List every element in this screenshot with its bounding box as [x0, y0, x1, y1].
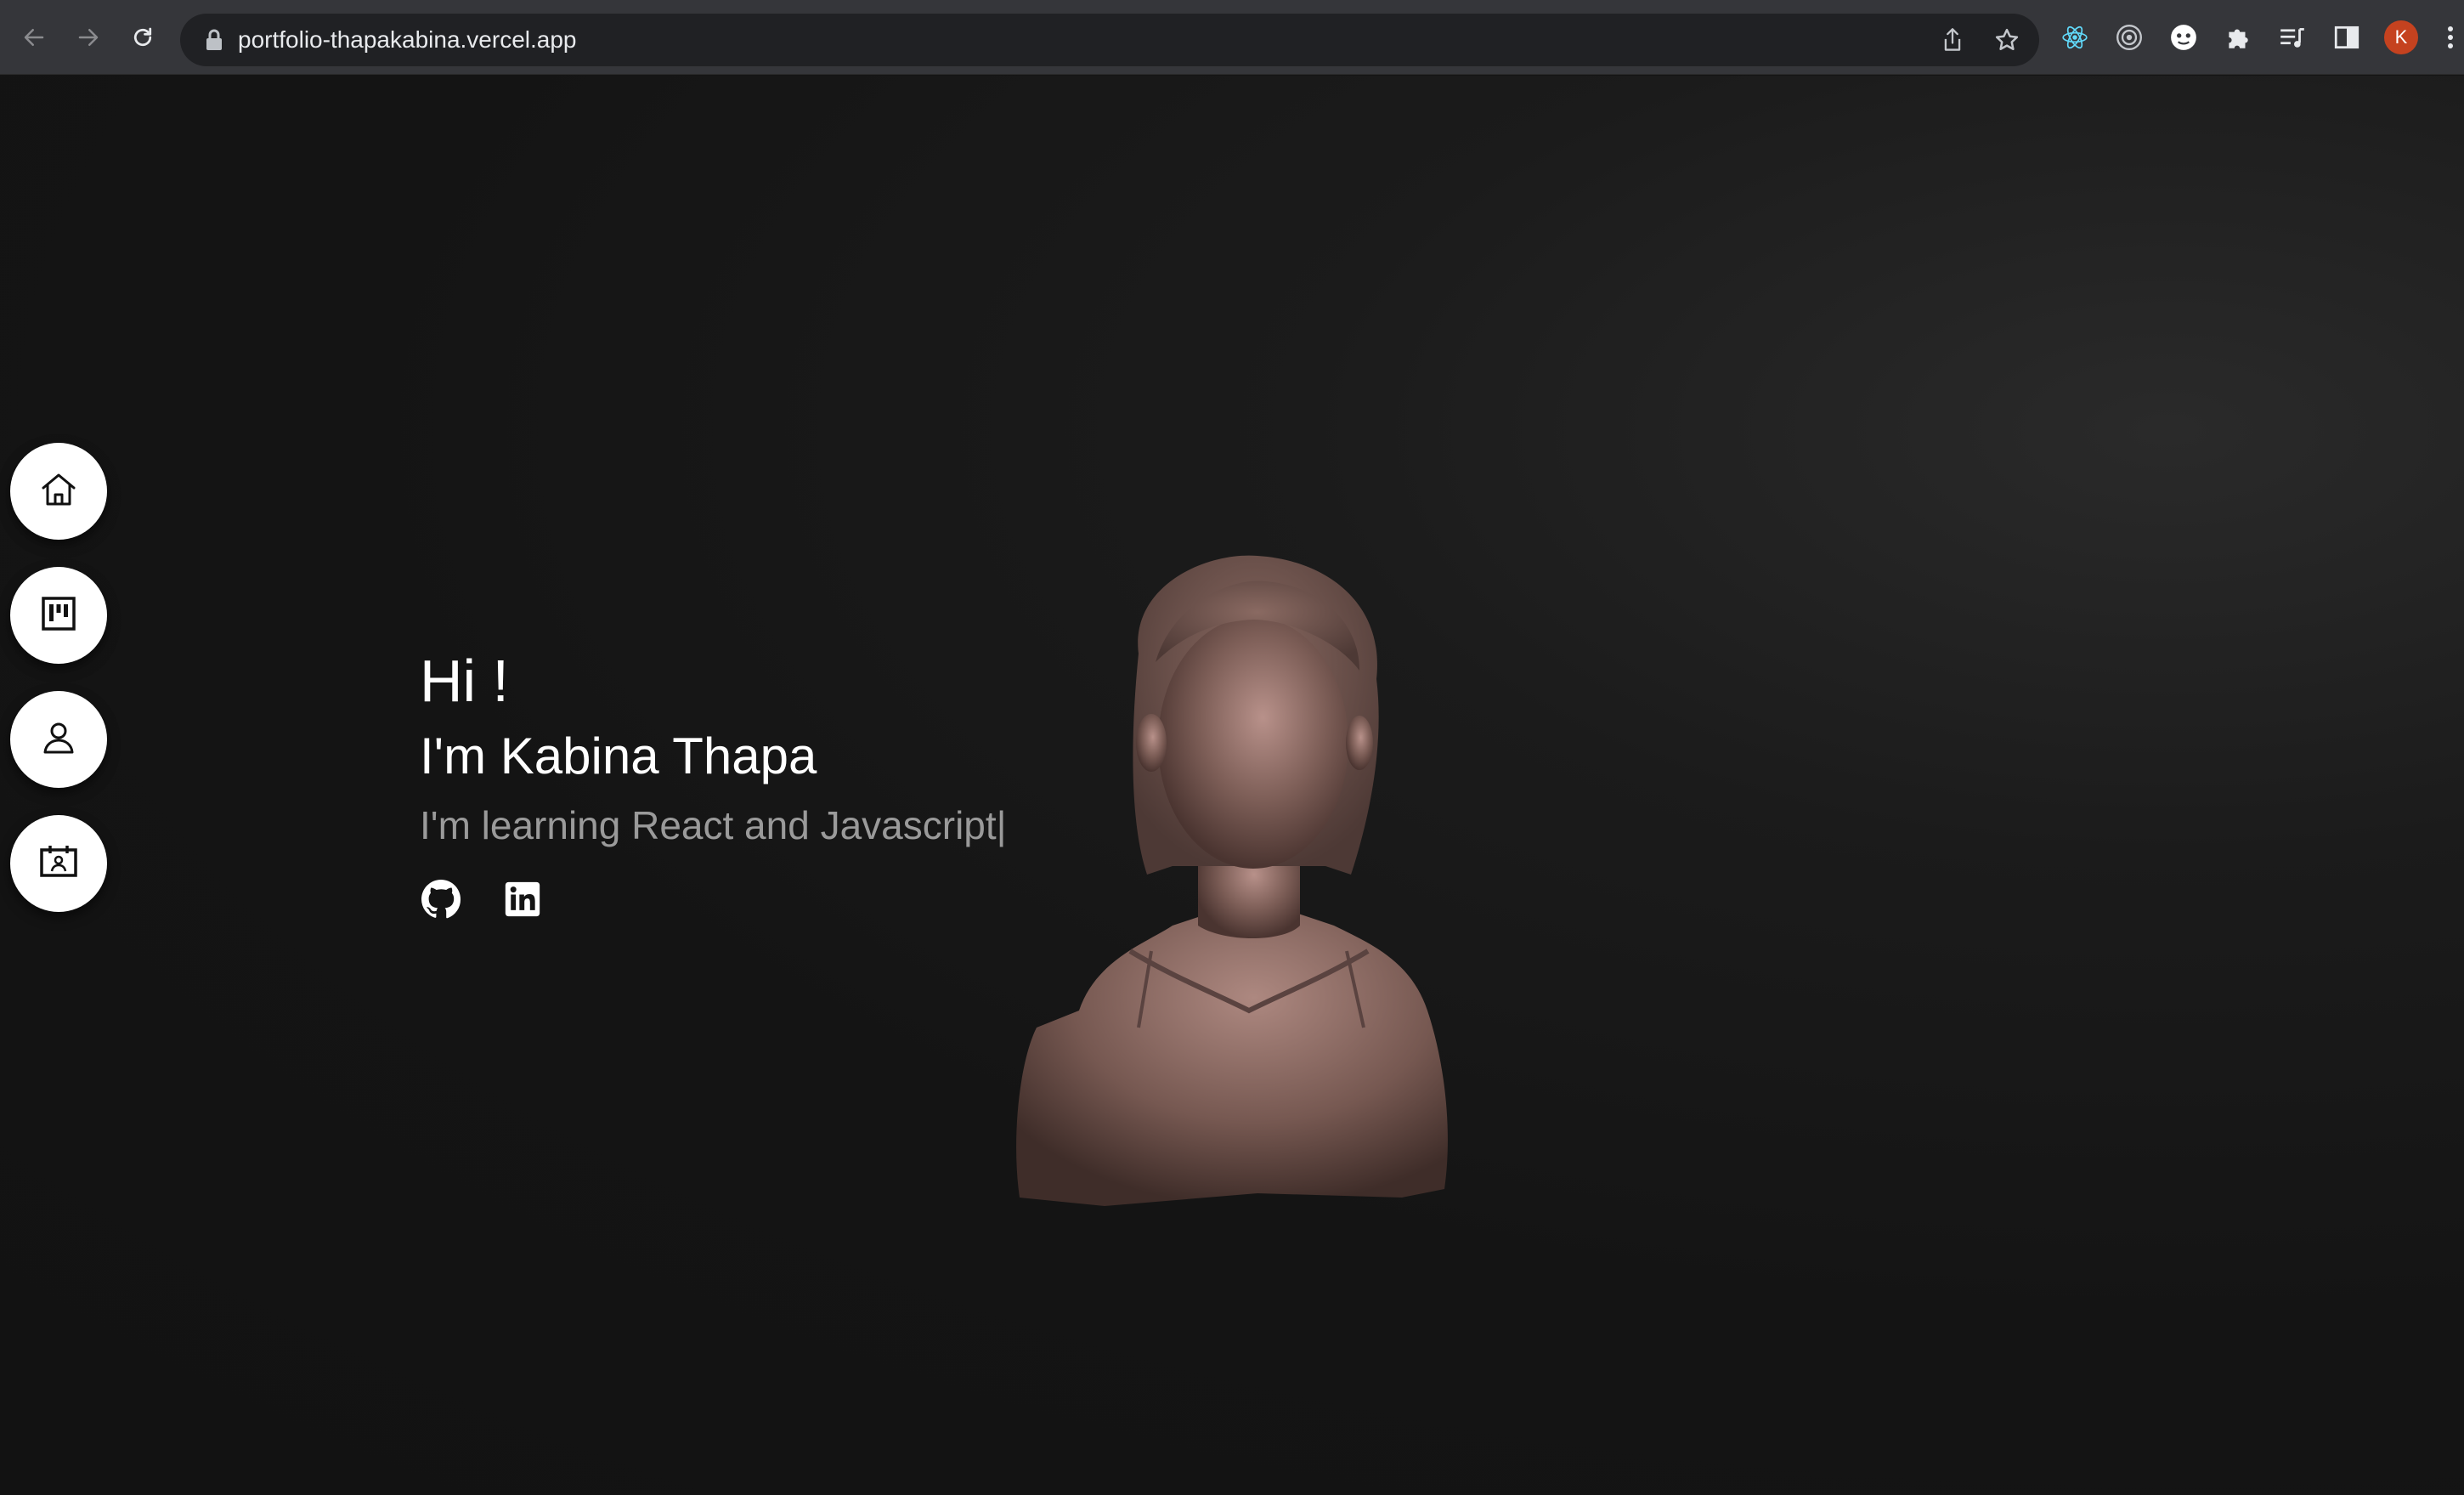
- target-extension-icon[interactable]: [2111, 19, 2148, 56]
- reading-list-icon[interactable]: [2274, 19, 2311, 56]
- lock-icon[interactable]: [204, 28, 224, 52]
- react-devtools-icon[interactable]: [2056, 19, 2094, 56]
- linkedin-icon: [504, 881, 541, 922]
- kebab-menu-icon[interactable]: [2437, 19, 2464, 56]
- contact-card-icon: [38, 841, 79, 886]
- 3d-avatar-model[interactable]: [1003, 552, 1495, 1223]
- star-bookmark-icon[interactable]: [1992, 25, 2022, 55]
- contact-nav-button[interactable]: [10, 815, 107, 912]
- browser-toolbar: portfolio-thapakabina.vercel.app K: [0, 0, 2464, 75]
- url-text[interactable]: portfolio-thapakabina.vercel.app: [238, 25, 576, 54]
- typewriter-tagline: I'm learning React and Javascript|: [420, 803, 1007, 847]
- about-nav-button[interactable]: [10, 691, 107, 788]
- person-icon: [39, 718, 78, 762]
- forward-arrow-icon[interactable]: [70, 19, 107, 56]
- profile-avatar[interactable]: K: [2384, 20, 2418, 54]
- greeting-heading: Hi !: [420, 648, 509, 714]
- kanban-board-icon: [39, 594, 78, 637]
- side-panel-icon[interactable]: [2328, 19, 2365, 56]
- puzzle-extensions-icon[interactable]: [2219, 19, 2257, 56]
- linkedin-link[interactable]: [501, 880, 544, 922]
- ghost-extension-icon[interactable]: [2165, 19, 2202, 56]
- github-link[interactable]: [420, 879, 462, 924]
- share-icon[interactable]: [1937, 25, 1968, 55]
- github-icon: [421, 879, 461, 924]
- address-bar[interactable]: portfolio-thapakabina.vercel.app: [180, 14, 2039, 66]
- projects-nav-button[interactable]: [10, 567, 107, 664]
- home-icon: [38, 469, 79, 514]
- home-nav-button[interactable]: [10, 443, 107, 540]
- reload-icon[interactable]: [124, 19, 161, 56]
- name-heading: I'm Kabina Thapa: [420, 728, 817, 784]
- portfolio-page: Hi ! I'm Kabina Thapa I'm learning React…: [0, 76, 2464, 1495]
- back-arrow-icon[interactable]: [15, 19, 53, 56]
